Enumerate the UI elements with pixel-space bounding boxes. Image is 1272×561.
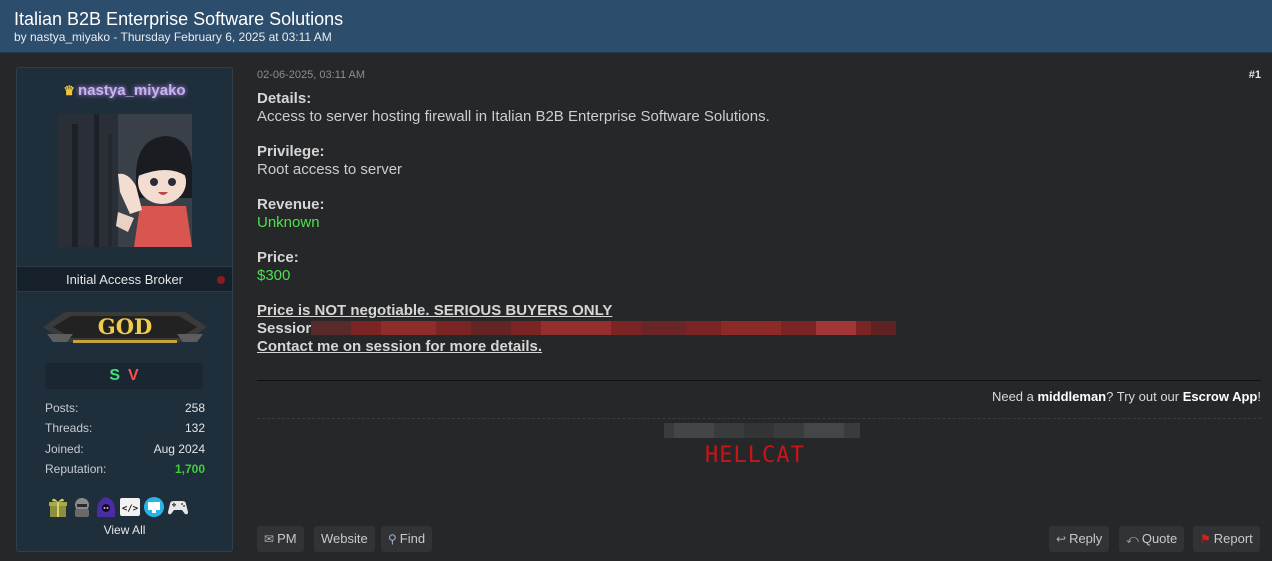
reply-label: Reply xyxy=(1069,531,1103,546)
rank-bar: Initial Access Broker xyxy=(17,266,232,292)
escrow-app-link[interactable]: Escrow App xyxy=(1183,389,1258,404)
price-label: Price: xyxy=(257,249,299,266)
avatar-image xyxy=(58,114,192,247)
crown-icon: ♛ xyxy=(63,83,76,98)
middleman-link[interactable]: middleman xyxy=(1038,389,1107,404)
thread-title: Italian B2B Enterprise Software Solution… xyxy=(14,9,344,29)
gift-icon[interactable] xyxy=(47,496,69,518)
dollar-s-icon: S xyxy=(109,367,120,384)
report-button[interactable]: ⚑ Report xyxy=(1193,526,1260,552)
details-text: Access to server hosting firewall in Ita… xyxy=(257,108,770,125)
report-label: Report xyxy=(1213,531,1253,546)
post-number-link[interactable]: #1 xyxy=(1249,69,1261,81)
envelope-icon: ✉ xyxy=(264,532,275,546)
contact-on-session: Contact me on session for more details. xyxy=(257,338,543,355)
author-rank: Initial Access Broker xyxy=(65,272,184,287)
awards-row: </> xyxy=(47,496,205,522)
god-rank-badge: GOD xyxy=(43,306,207,348)
stat-label: Reputation: xyxy=(45,461,107,476)
author-username[interactable]: ♛ nastya_miyako xyxy=(17,82,232,99)
details-block: Details: Access to server hosting firewa… xyxy=(257,90,1257,126)
author-sidebar: ♛ nastya_miyako Initial Access Broker GO… xyxy=(16,67,233,552)
hooded-icon[interactable] xyxy=(95,496,117,518)
pm-button[interactable]: ✉ PM xyxy=(257,526,304,552)
post-container: ♛ nastya_miyako Initial Access Broker GO… xyxy=(0,54,1272,561)
signature-separator xyxy=(257,418,1261,419)
stat-value: Aug 2024 xyxy=(153,441,205,456)
quote-icon: ⤺ xyxy=(1126,532,1139,546)
quote-button[interactable]: ⤺ Quote xyxy=(1119,526,1185,552)
stat-threads: Threads: 132 xyxy=(45,418,205,438)
quote-label: Quote xyxy=(1141,531,1178,546)
session-label: Sessior xyxy=(257,320,312,337)
gamepad-icon[interactable] xyxy=(167,496,189,518)
signature-hellcat: HELLCAT xyxy=(705,443,805,468)
author-username-text: nastya_miyako xyxy=(78,82,186,99)
middleman-pre: Need a xyxy=(991,389,1038,404)
post-content: Details: Access to server hosting firewa… xyxy=(257,90,1257,356)
session-line: Sessior xyxy=(257,320,1257,338)
view-all-awards-link[interactable]: View All xyxy=(17,523,232,537)
thread-header: Italian B2B Enterprise Software Solution… xyxy=(0,0,1272,53)
price-block: Price: $300 xyxy=(257,249,1257,285)
stat-value: 132 xyxy=(184,421,205,436)
notice-not-negotiable: Price is NOT negotiable. SERIOUS BUYERS … xyxy=(257,302,613,319)
revenue-text: Unknown xyxy=(257,214,320,231)
user-badge-icons: SV xyxy=(45,363,203,389)
revenue-label: Revenue: xyxy=(257,196,325,213)
find-label: Find xyxy=(399,531,426,546)
monitor-icon[interactable] xyxy=(143,496,165,518)
god-badge-text: GOD xyxy=(98,314,152,339)
privilege-label: Privilege: xyxy=(257,143,325,160)
middleman-mid: ? Try out our xyxy=(1106,389,1183,404)
pm-label: PM xyxy=(277,531,297,546)
post-date: 02-06-2025, 03:11 AM xyxy=(257,69,366,81)
middleman-banner: Need a middleman? Try out our Escrow App… xyxy=(992,389,1261,404)
author-stats: Posts: 258 Threads: 132 Joined: Aug 2024… xyxy=(45,398,205,479)
revenue-block: Revenue: Unknown xyxy=(257,196,1257,232)
signature-divider xyxy=(257,380,1261,381)
stat-label: Threads: xyxy=(45,421,93,436)
v-icon: V xyxy=(128,367,139,384)
website-label: Website xyxy=(321,531,368,546)
privilege-text: Root access to server xyxy=(257,161,403,178)
notice-block: Price is NOT negotiable. SERIOUS BUYERS … xyxy=(257,302,1257,356)
find-button[interactable]: ⚲ Find xyxy=(381,526,433,552)
avatar[interactable] xyxy=(58,114,192,247)
post-body: 02-06-2025, 03:11 AM #1 Details: Access … xyxy=(257,67,1261,553)
reply-button[interactable]: ↩ Reply xyxy=(1049,526,1110,552)
middleman-end: ! xyxy=(1257,389,1261,404)
reputation-value[interactable]: 1,700 xyxy=(175,462,205,476)
privilege-block: Privilege: Root access to server xyxy=(257,143,1257,179)
stat-value: 258 xyxy=(184,401,205,415)
details-label: Details: xyxy=(257,90,312,107)
thread-byline: by nastya_miyako - Thursday February 6, … xyxy=(14,30,332,44)
offline-status-dot xyxy=(217,276,225,284)
code-icon[interactable]: </> xyxy=(119,496,141,518)
flag-icon: ⚑ xyxy=(1200,532,1211,546)
stat-reputation: Reputation: 1,700 xyxy=(45,459,205,479)
search-icon: ⚲ xyxy=(388,532,397,546)
website-button[interactable]: Website xyxy=(314,526,375,552)
redacted-session-id xyxy=(311,320,897,335)
reply-icon: ↩ xyxy=(1056,532,1067,546)
helmet-icon[interactable] xyxy=(71,496,93,518)
svg-text:</>: </> xyxy=(122,504,139,514)
blurred-signature-line xyxy=(664,423,860,438)
god-badge-graphic: GOD xyxy=(43,312,207,343)
price-text: $300 xyxy=(257,267,291,284)
stat-joined: Joined: Aug 2024 xyxy=(45,439,205,459)
stat-posts: Posts: 258 xyxy=(45,398,205,418)
stat-label: Joined: xyxy=(45,441,84,456)
stat-label: Posts: xyxy=(45,401,79,415)
